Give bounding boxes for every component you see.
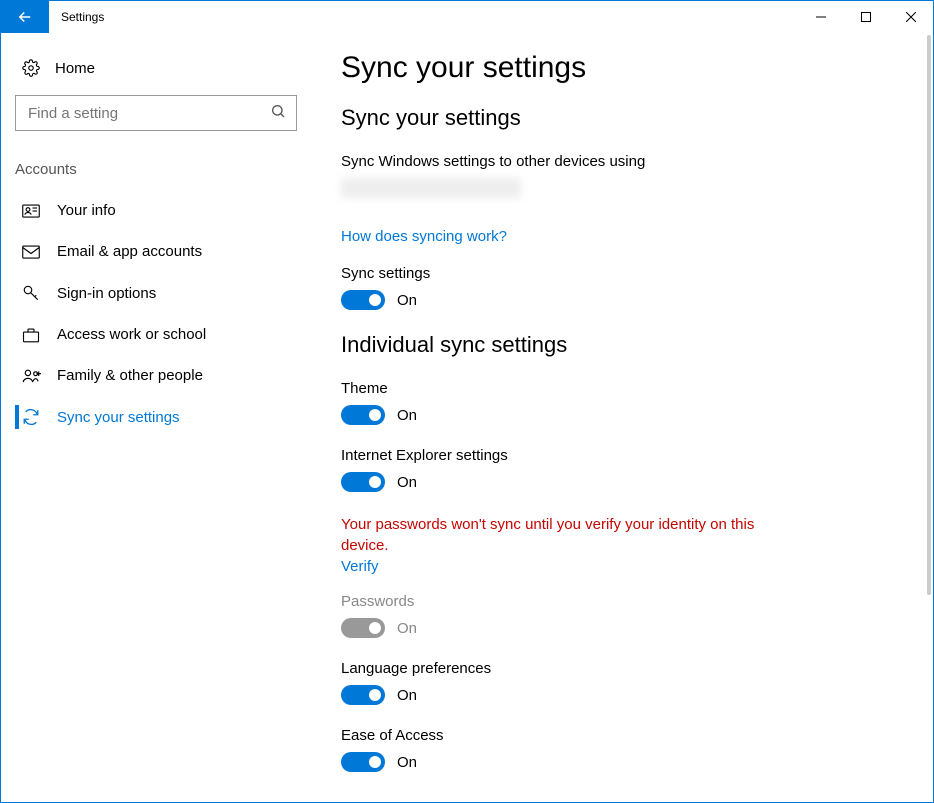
sidebar-item-label: Your info [57,202,116,219]
home-nav[interactable]: Home [15,51,311,95]
sync-icon [21,408,41,426]
language-toggle-group: Language preferences On [341,660,913,705]
search-container [15,95,297,131]
key-icon [21,284,41,302]
page-title: Sync your settings [341,51,913,85]
sidebar-item-label: Family & other people [57,367,203,384]
toggle-state: On [397,620,417,637]
maximize-button[interactable] [843,1,888,33]
language-toggle[interactable] [341,685,385,705]
verify-link[interactable]: Verify [341,558,379,575]
sidebar: Home Accounts Your info [1,33,311,802]
search-box[interactable] [15,95,297,131]
active-indicator [15,405,19,429]
toggle-label: Passwords [341,593,913,610]
sidebar-item-your-info[interactable]: Your info [15,190,311,231]
titlebar: Settings [1,1,933,33]
sidebar-item-signin[interactable]: Sign-in options [15,272,311,314]
person-card-icon [21,204,41,218]
toggle-state: On [397,474,417,491]
help-link[interactable]: How does syncing work? [341,228,507,245]
ease-toggle[interactable] [341,752,385,772]
passwords-toggle-group: Passwords On [341,593,913,638]
mail-icon [21,245,41,259]
theme-toggle[interactable] [341,405,385,425]
sidebar-item-family[interactable]: Family & other people [15,355,311,396]
sync-settings-toggle[interactable] [341,290,385,310]
ie-toggle-group: Internet Explorer settings On [341,447,913,492]
toggle-state: On [397,407,417,424]
close-button[interactable] [888,1,933,33]
sidebar-item-work[interactable]: Access work or school [15,314,311,355]
sidebar-item-sync[interactable]: Sync your settings [15,396,311,438]
ie-toggle[interactable] [341,472,385,492]
people-icon [21,368,41,384]
toggle-label: Theme [341,380,913,397]
section-heading: Sync your settings [341,105,913,131]
gear-icon [21,59,41,77]
toggle-label: Ease of Access [341,727,913,744]
content-area: Sync your settings Sync your settings Sy… [311,33,933,802]
toggle-state: On [397,754,417,771]
search-input[interactable] [26,104,270,123]
section-header: Accounts [15,161,311,190]
section-heading: Individual sync settings [341,332,913,358]
sync-description: Sync Windows settings to other devices u… [341,153,913,170]
window-title: Settings [49,1,798,33]
home-label: Home [55,60,95,77]
sidebar-item-label: Sync your settings [57,409,180,426]
scrollbar[interactable] [927,35,931,595]
toggle-state: On [397,292,417,309]
minimize-button[interactable] [798,1,843,33]
toggle-label: Internet Explorer settings [341,447,913,464]
sync-settings-toggle-group: Sync settings On [341,265,913,310]
ease-toggle-group: Ease of Access On [341,727,913,772]
theme-toggle-group: Theme On [341,380,913,425]
sidebar-item-label: Email & app accounts [57,243,202,260]
sidebar-item-label: Access work or school [57,326,206,343]
toggle-label: Sync settings [341,265,913,282]
sidebar-item-email[interactable]: Email & app accounts [15,231,311,272]
search-icon [270,103,286,124]
passwords-toggle [341,618,385,638]
back-button[interactable] [1,1,49,33]
sidebar-item-label: Sign-in options [57,285,156,302]
toggle-state: On [397,687,417,704]
account-name-redacted [341,178,521,198]
window-controls [798,1,933,33]
briefcase-icon [21,327,41,343]
toggle-label: Language preferences [341,660,913,677]
password-warning: Your passwords won't sync until you veri… [341,514,761,556]
settings-window: Settings Home [0,0,934,803]
